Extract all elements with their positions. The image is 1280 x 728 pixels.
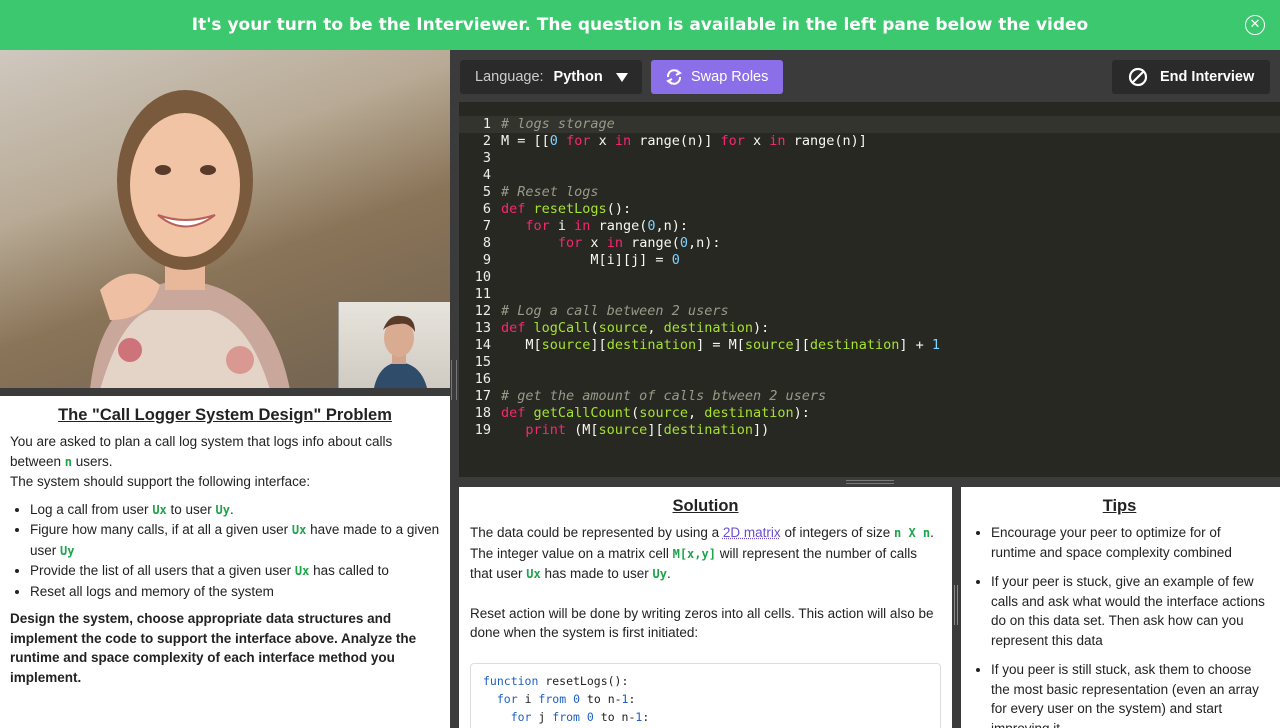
code-line: 14 M[source][destination] = M[source][de… bbox=[474, 337, 940, 353]
code-line: 18 def getCallCount(source, destination): bbox=[474, 405, 810, 421]
horizontal-splitter[interactable] bbox=[459, 477, 1280, 487]
code-line: 2M = [[0 for x in range(n)] for x in ran… bbox=[482, 133, 867, 149]
tips-title: Tips bbox=[1102, 497, 1137, 515]
pane-splitter[interactable] bbox=[954, 585, 958, 625]
code-line: 17 # get the amount of calls btween 2 use… bbox=[474, 388, 827, 404]
solution-title: Solution bbox=[672, 497, 739, 515]
code-line: 16 bbox=[474, 371, 491, 387]
code-editor[interactable]: 1 # logs storage 2M = [[0 for x in range(… bbox=[459, 102, 1280, 477]
solution-pane: Solution The data could be represented b… bbox=[459, 487, 952, 728]
language-label: Language: bbox=[475, 69, 544, 85]
code-line: 3 bbox=[482, 150, 491, 166]
problem-instruction: Design the system, choose appropriate da… bbox=[10, 611, 417, 685]
language-select[interactable]: Language: Python bbox=[460, 60, 642, 94]
ban-icon bbox=[1128, 67, 1148, 87]
code-line: 13 def logCall(source, destination): bbox=[474, 320, 770, 336]
matrix-link[interactable]: 2D matrix bbox=[723, 525, 781, 540]
banner-message: It's your turn to be the Interviewer. Th… bbox=[191, 15, 1089, 35]
grip-icon bbox=[846, 480, 894, 484]
self-video-person bbox=[374, 315, 427, 388]
code-line: 15 bbox=[474, 354, 491, 370]
close-icon[interactable]: ✕ bbox=[1245, 15, 1265, 35]
end-interview-button[interactable]: End Interview bbox=[1112, 60, 1270, 94]
peer-video-person bbox=[90, 90, 290, 388]
list-item: If you peer is still stuck, ask them to … bbox=[991, 660, 1268, 728]
peer-video bbox=[0, 50, 450, 388]
code-line: 9 M[i][j] = 0 bbox=[482, 252, 680, 268]
code-line: 5 # Reset logs bbox=[482, 184, 599, 200]
code-line: 1 # logs storage bbox=[459, 116, 1280, 133]
problem-pane: The "Call Logger System Design" Problem … bbox=[0, 396, 450, 728]
self-video bbox=[338, 302, 450, 388]
list-item: Provide the list of all users that a giv… bbox=[30, 561, 440, 582]
interface-list: Log a call from user Ux to user Uy. Figu… bbox=[30, 500, 440, 602]
language-value: Python bbox=[553, 69, 603, 85]
tips-pane: Tips Encourage your peer to optimize for… bbox=[961, 487, 1280, 728]
solution-paragraph: The integer value on a matrix cell M[x,y… bbox=[470, 545, 918, 582]
code-line: 8 for x in range(0,n): bbox=[482, 235, 721, 251]
solution-paragraph: The data could be represented by using a… bbox=[470, 525, 934, 540]
swap-icon bbox=[666, 69, 682, 85]
swap-label: Swap Roles bbox=[691, 69, 769, 85]
vertical-splitter[interactable] bbox=[451, 360, 457, 400]
tips-list: Encourage your peer to optimize for of r… bbox=[991, 523, 1268, 728]
code-line: 10 bbox=[474, 269, 491, 285]
problem-intro: You are asked to plan a call log system … bbox=[10, 432, 440, 472]
code-line: 19 print (M[source][destination]) bbox=[474, 422, 770, 438]
chevron-down-icon bbox=[616, 73, 628, 82]
editor-toolbar: Language: Python Swap Roles End Intervie… bbox=[452, 50, 1280, 102]
code-line: 4 bbox=[482, 167, 491, 183]
end-label: End Interview bbox=[1160, 69, 1255, 85]
problem-intro-2: The system should support the following … bbox=[10, 474, 311, 489]
list-item: Reset all logs and memory of the system bbox=[30, 582, 440, 602]
code-snippet: function resetLogs(): for i from 0 to n-… bbox=[470, 662, 941, 728]
list-item: Log a call from user Ux to user Uy. bbox=[30, 500, 440, 521]
list-item: If your peer is stuck, give an example o… bbox=[991, 572, 1268, 650]
notification-banner: It's your turn to be the Interviewer. Th… bbox=[0, 0, 1280, 50]
code-line: 11 bbox=[474, 286, 491, 302]
code-line: 7 for i in range(0,n): bbox=[482, 218, 688, 234]
code-line: 12 # Log a call between 2 users bbox=[474, 303, 729, 319]
swap-roles-button[interactable]: Swap Roles bbox=[651, 60, 783, 94]
solution-paragraph: Reset action will be done by writing zer… bbox=[470, 605, 934, 641]
inline-code: n bbox=[64, 454, 73, 469]
list-item: Encourage your peer to optimize for of r… bbox=[991, 523, 1268, 562]
problem-title: The "Call Logger System Design" Problem bbox=[58, 406, 392, 424]
code-line: 6 def resetLogs(): bbox=[482, 201, 632, 217]
intro-text: users. bbox=[72, 453, 113, 469]
list-item: Figure how many calls, if at all a given… bbox=[30, 520, 440, 561]
